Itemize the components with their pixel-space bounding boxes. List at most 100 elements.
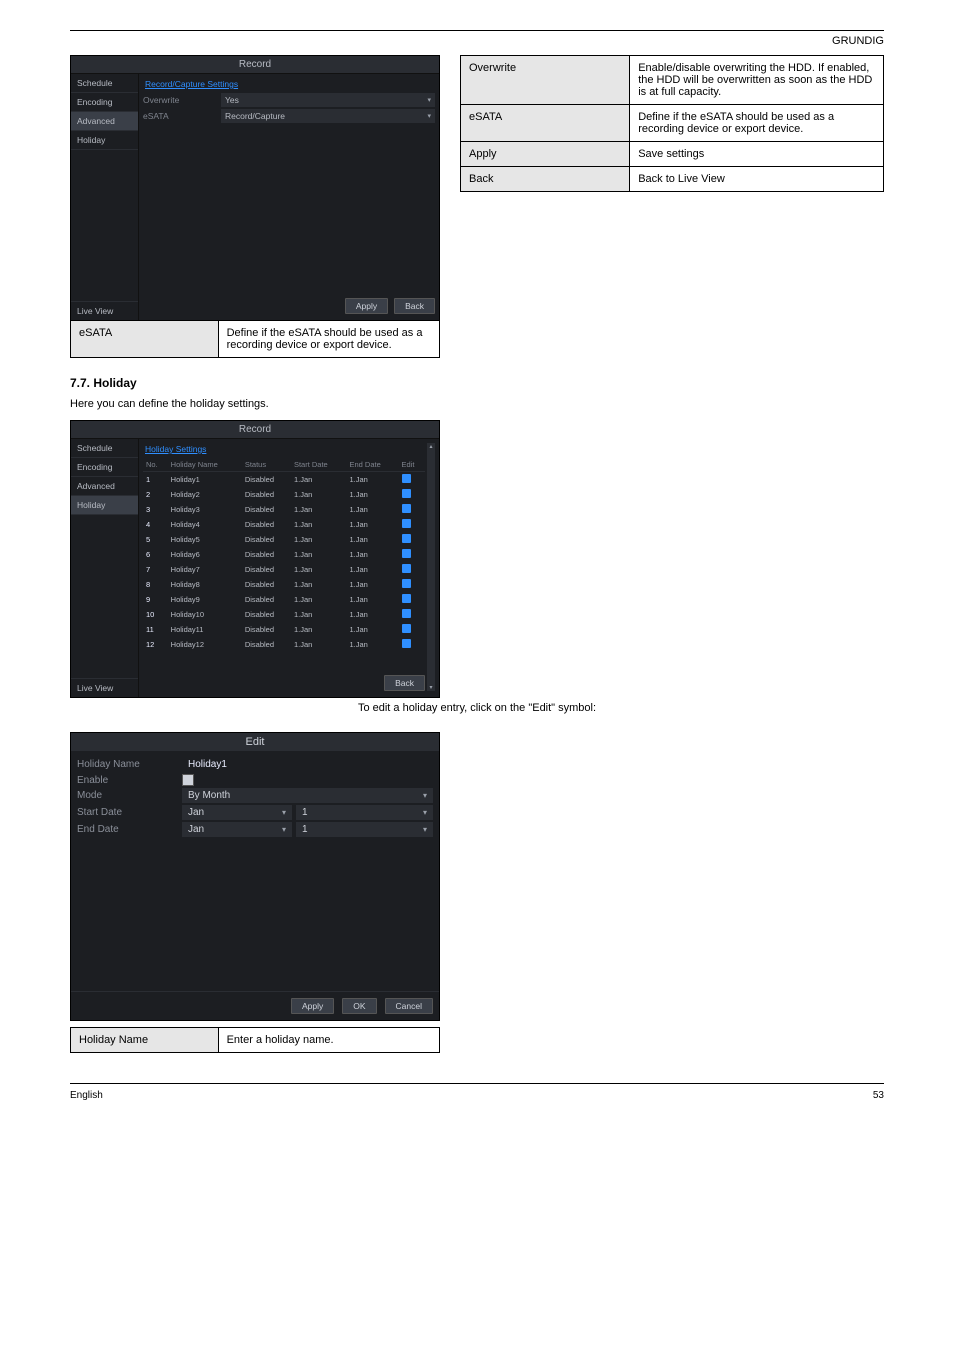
- scroll-up-icon[interactable]: ▴: [429, 443, 432, 450]
- tab-record-capture-settings[interactable]: Record/Capture Settings: [143, 78, 435, 93]
- label-holiday-name: Holiday Name: [77, 759, 182, 770]
- cell-edit: [399, 547, 425, 562]
- footer-left: English: [70, 1090, 103, 1101]
- edit-icon[interactable]: [402, 519, 411, 528]
- edit-icon[interactable]: [402, 594, 411, 603]
- sidebar-item-advanced[interactable]: Advanced: [71, 112, 138, 131]
- cell-edit: [399, 517, 425, 532]
- col-name: Holiday Name: [168, 458, 242, 472]
- sidebar-item-schedule[interactable]: Schedule: [71, 74, 138, 93]
- cell-start: 1.Jan: [291, 472, 347, 488]
- table-row: OverwriteEnable/disable overwriting the …: [461, 56, 884, 105]
- tab-holiday-settings[interactable]: Holiday Settings: [143, 443, 425, 458]
- cell-name: Holiday10: [168, 607, 242, 622]
- cell-end: 1.Jan: [346, 637, 398, 652]
- edit-icon[interactable]: [402, 549, 411, 558]
- edit-icon[interactable]: [402, 639, 411, 648]
- cell-status: Disabled: [242, 562, 291, 577]
- table-row: ApplySave settings: [461, 142, 884, 167]
- cell-start: 1.Jan: [291, 562, 347, 577]
- cell-status: Disabled: [242, 577, 291, 592]
- cell-end: 1.Jan: [346, 517, 398, 532]
- back-button[interactable]: Back: [394, 298, 435, 314]
- edit-icon[interactable]: [402, 504, 411, 513]
- apply-button[interactable]: Apply: [291, 998, 334, 1014]
- table-row: 5Holiday5Disabled1.Jan1.Jan: [143, 532, 425, 547]
- label-start-date: Start Date: [77, 807, 182, 818]
- cell-end: 1.Jan: [346, 622, 398, 637]
- cell-end: 1.Jan: [346, 607, 398, 622]
- chevron-down-icon: ▾: [282, 825, 286, 834]
- apply-button[interactable]: Apply: [345, 298, 388, 314]
- cell-edit: [399, 532, 425, 547]
- table-row: 3Holiday3Disabled1.Jan1.Jan: [143, 502, 425, 517]
- cell-no: 2: [143, 487, 168, 502]
- sidebar-item-encoding[interactable]: Encoding: [71, 93, 138, 112]
- table-row: 6Holiday6Disabled1.Jan1.Jan: [143, 547, 425, 562]
- label-esata: eSATA: [143, 111, 221, 121]
- edit-icon[interactable]: [402, 489, 411, 498]
- col-no: No.: [143, 458, 168, 472]
- record-advanced-panel: Record Schedule Encoding Advanced Holida…: [70, 55, 440, 321]
- sidebar-item-advanced[interactable]: Advanced: [71, 477, 138, 496]
- checkbox-enable[interactable]: [182, 774, 194, 786]
- cell-name: Holiday9: [168, 592, 242, 607]
- holiday-panel: Record Schedule Encoding Advanced Holida…: [70, 420, 440, 698]
- scroll-down-icon[interactable]: ▾: [429, 684, 432, 691]
- chevron-down-icon: ▾: [282, 808, 286, 817]
- table-row: 4Holiday4Disabled1.Jan1.Jan: [143, 517, 425, 532]
- select-end-day[interactable]: 1▾: [296, 822, 433, 837]
- cell-no: 9: [143, 592, 168, 607]
- value-overwrite: Yes: [225, 95, 239, 105]
- cell-name: Holiday5: [168, 532, 242, 547]
- select-start-day[interactable]: 1▾: [296, 805, 433, 820]
- cancel-button[interactable]: Cancel: [385, 998, 433, 1014]
- select-start-month[interactable]: Jan▾: [182, 805, 292, 820]
- input-holiday-name[interactable]: Holiday1: [188, 759, 227, 770]
- cell-no: 4: [143, 517, 168, 532]
- select-mode[interactable]: By Month▾: [182, 788, 433, 803]
- cell-name: Holiday4: [168, 517, 242, 532]
- footer-right: 53: [873, 1090, 884, 1101]
- back-button[interactable]: Back: [384, 675, 425, 691]
- cell-status: Disabled: [242, 622, 291, 637]
- sidebar-live-view[interactable]: Live View: [71, 678, 138, 697]
- col-end: End Date: [346, 458, 398, 472]
- cell-no: 5: [143, 532, 168, 547]
- cell-status: Disabled: [242, 547, 291, 562]
- edit-icon[interactable]: [402, 474, 411, 483]
- row-overwrite: Overwrite Yes ▾: [143, 93, 435, 107]
- cell-no: 8: [143, 577, 168, 592]
- cell-start: 1.Jan: [291, 487, 347, 502]
- sidebar-item-encoding[interactable]: Encoding: [71, 458, 138, 477]
- scrollbar[interactable]: ▴ ▾: [427, 443, 435, 691]
- edit-icon[interactable]: [402, 579, 411, 588]
- table-row: 11Holiday11Disabled1.Jan1.Jan: [143, 622, 425, 637]
- row-esata: eSATA Record/Capture ▾: [143, 109, 435, 123]
- ok-button[interactable]: OK: [342, 998, 376, 1014]
- edit-icon[interactable]: [402, 624, 411, 633]
- table-row: 1Holiday1Disabled1.Jan1.Jan: [143, 472, 425, 488]
- select-overwrite[interactable]: Yes ▾: [221, 93, 435, 107]
- esata-under-table: eSATA Define if the eSATA should be used…: [70, 320, 440, 358]
- cell-end: 1.Jan: [346, 532, 398, 547]
- label-end-date: End Date: [77, 824, 182, 835]
- sidebar-item-holiday[interactable]: Holiday: [71, 131, 138, 150]
- edit-icon[interactable]: [402, 534, 411, 543]
- cell-no: 3: [143, 502, 168, 517]
- edit-icon[interactable]: [402, 564, 411, 573]
- cell-status: Disabled: [242, 592, 291, 607]
- sidebar-item-holiday[interactable]: Holiday: [71, 496, 138, 515]
- cell-status: Disabled: [242, 637, 291, 652]
- cell-end: 1.Jan: [346, 472, 398, 488]
- sidebar-live-view[interactable]: Live View: [71, 301, 138, 320]
- cell-name: Holiday2: [168, 487, 242, 502]
- select-end-month[interactable]: Jan▾: [182, 822, 292, 837]
- edit-dialog: Edit Holiday Name Holiday1 Enable Mode B…: [70, 732, 440, 1021]
- cell-edit: [399, 577, 425, 592]
- sidebar-item-schedule[interactable]: Schedule: [71, 439, 138, 458]
- edit-icon[interactable]: [402, 609, 411, 618]
- select-esata[interactable]: Record/Capture ▾: [221, 109, 435, 123]
- cell-no: 1: [143, 472, 168, 488]
- cell-start: 1.Jan: [291, 517, 347, 532]
